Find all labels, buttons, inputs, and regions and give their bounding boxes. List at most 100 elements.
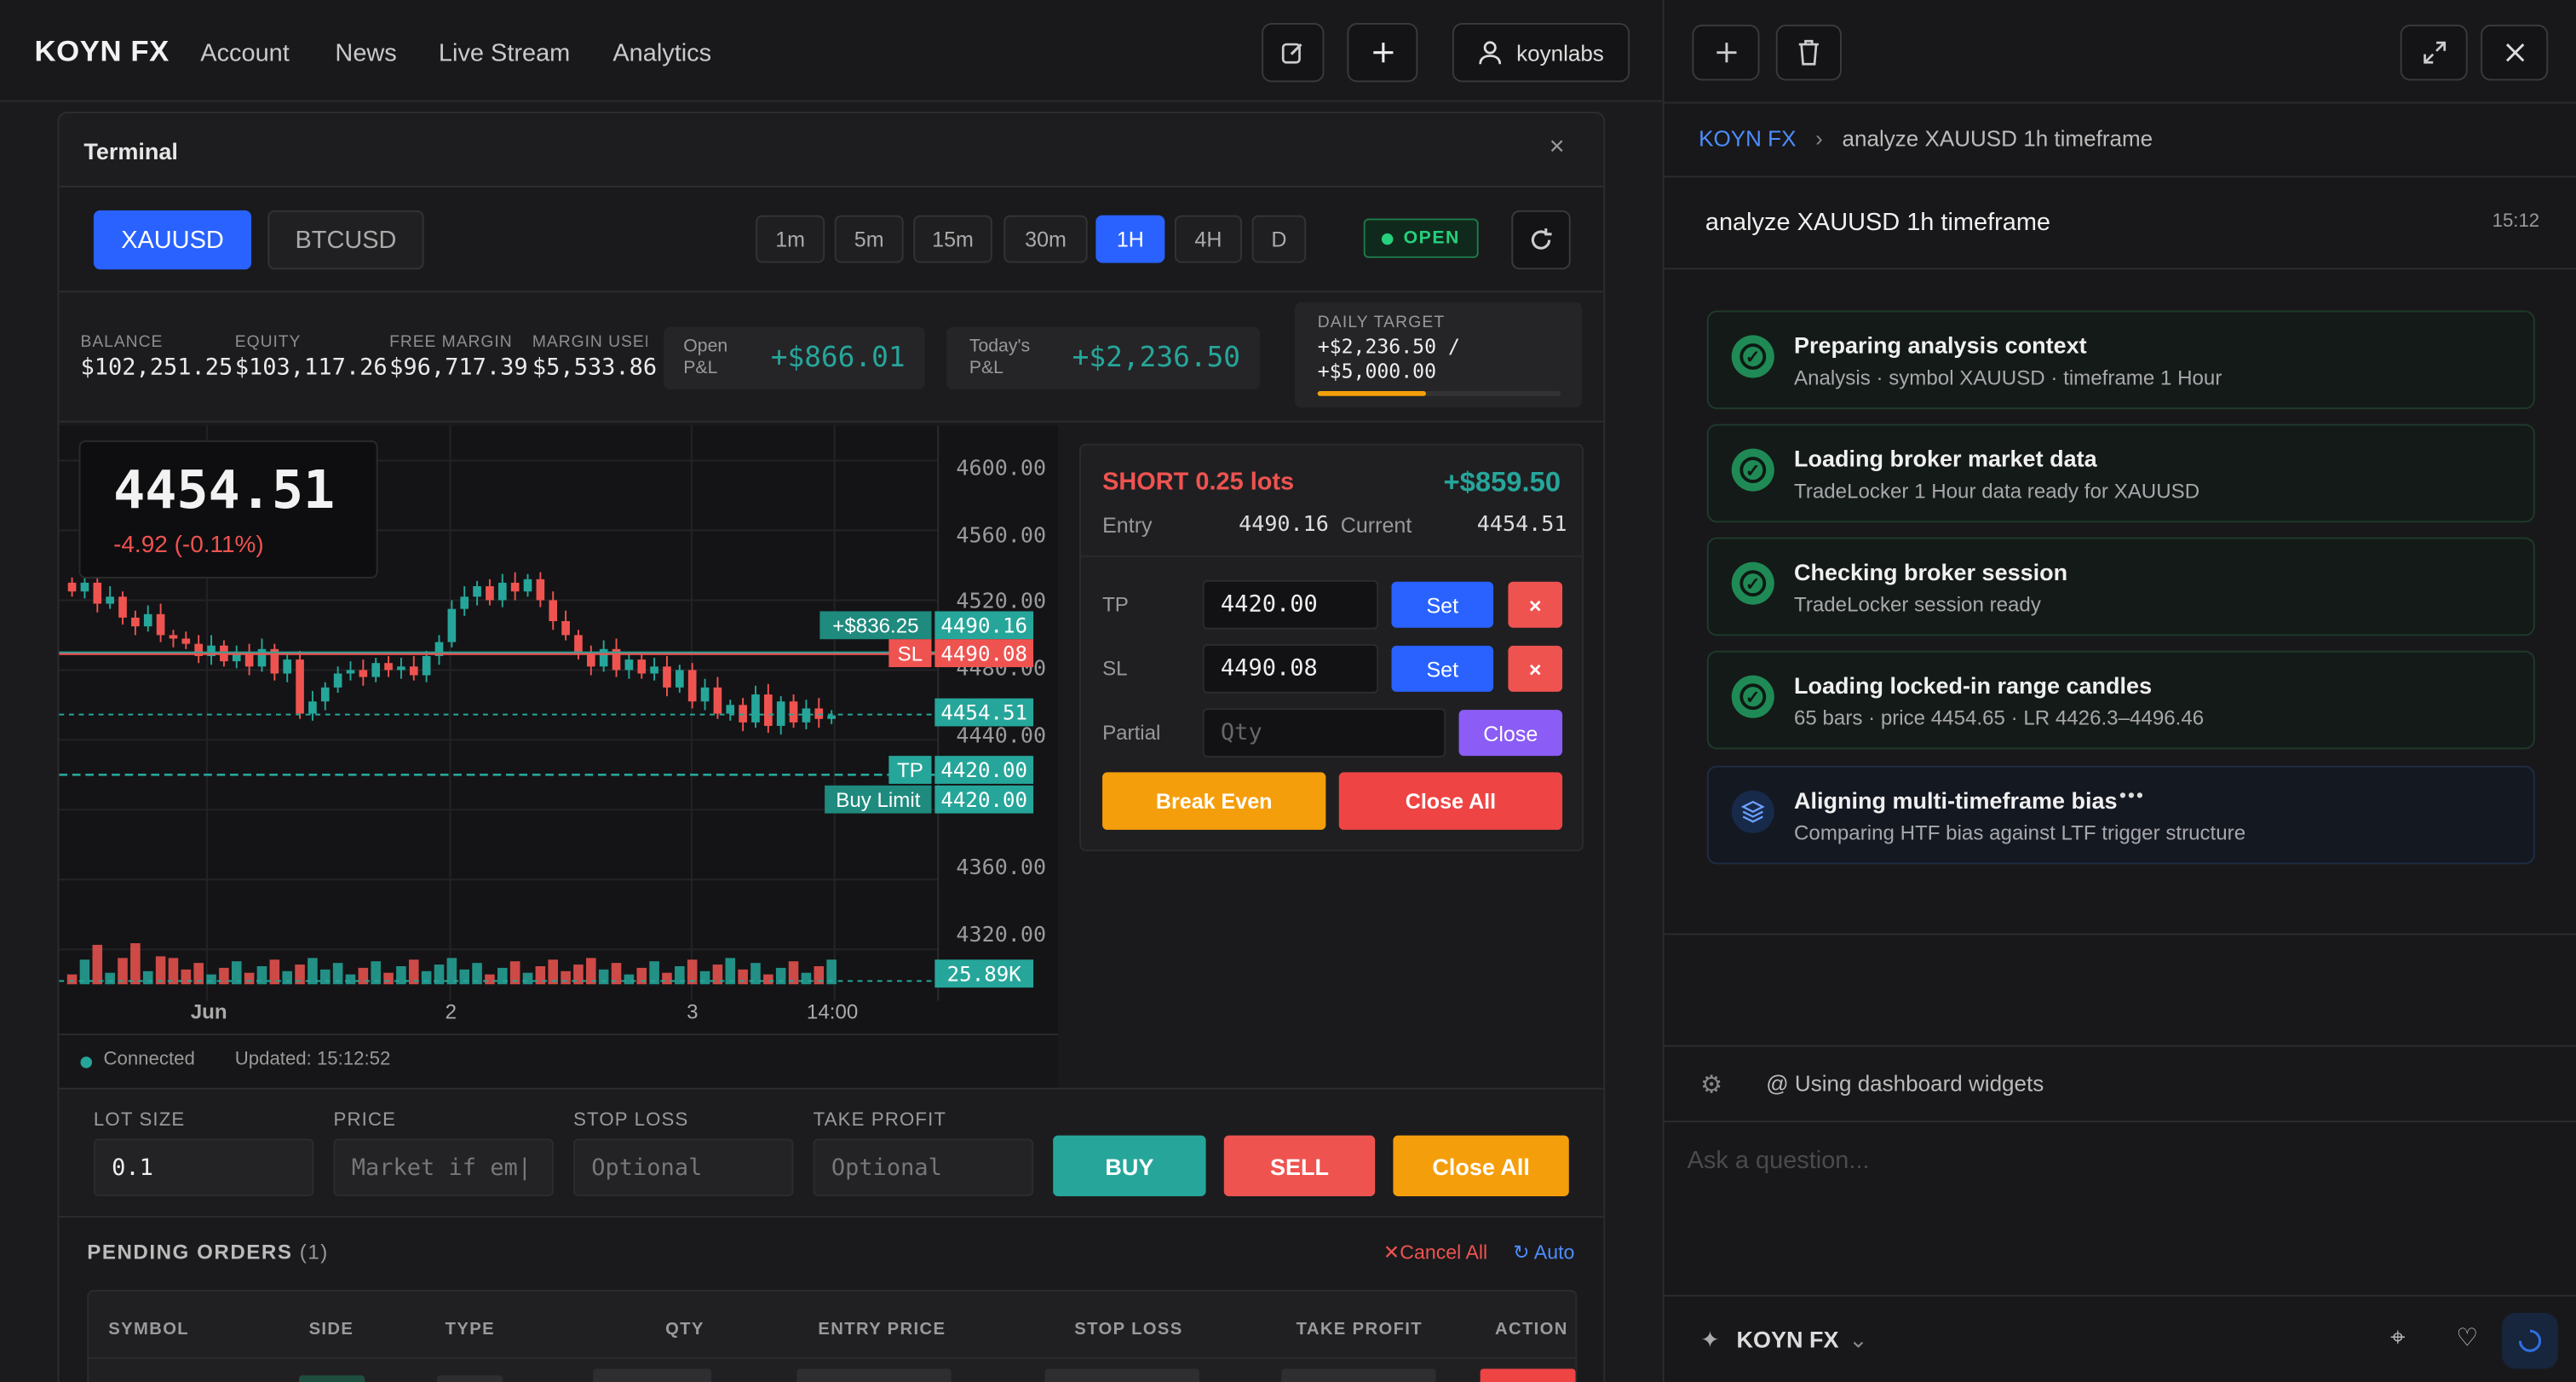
nav-account[interactable]: Account bbox=[200, 39, 290, 67]
cancel-order-button[interactable] bbox=[1480, 1368, 1576, 1382]
ask-input[interactable]: Ask a question... bbox=[1688, 1147, 1870, 1175]
today-pl-label-2: P&L bbox=[969, 358, 1003, 378]
sl-input[interactable]: 4490.08 bbox=[1202, 643, 1379, 694]
partial-close-button[interactable]: Close bbox=[1458, 710, 1563, 757]
candle-body bbox=[397, 666, 405, 671]
col-type: TYPE bbox=[445, 1319, 495, 1339]
step-title: Loading broker market data bbox=[1793, 445, 2097, 472]
set-tp-button[interactable]: Set bbox=[1391, 581, 1494, 628]
connected-dot bbox=[80, 1057, 92, 1068]
query-time: 15:12 bbox=[2492, 211, 2540, 232]
symbol-btcusd[interactable]: BTCUSD bbox=[267, 210, 424, 270]
close-all-button[interactable]: Close All bbox=[1393, 1135, 1569, 1196]
tf-d[interactable]: D bbox=[1251, 215, 1307, 263]
auto-toggle[interactable]: ↻ Auto bbox=[1513, 1241, 1574, 1264]
break-even-button[interactable]: Break Even bbox=[1102, 772, 1326, 830]
new-chat-button[interactable] bbox=[1692, 24, 1760, 81]
close-all-position-button[interactable]: Close All bbox=[1338, 772, 1563, 830]
step-subtitle: TradeLocker session ready bbox=[1793, 593, 2041, 617]
equity-label: EQUITY bbox=[234, 333, 302, 352]
equity-value: $103,117.26 bbox=[234, 354, 388, 382]
terminal-title: Terminal bbox=[83, 137, 178, 164]
buy-limit-tag[interactable]: Buy Limit bbox=[825, 785, 932, 814]
analysis-step: ✓ Loading broker market data TradeLocker… bbox=[1706, 423, 2535, 523]
price-input[interactable]: Market if em| bbox=[333, 1138, 554, 1196]
lot-size-label: LOT SIZE bbox=[93, 1110, 186, 1131]
nav-live-stream[interactable]: Live Stream bbox=[439, 39, 570, 67]
lot-size-input[interactable]: 0.1 bbox=[93, 1138, 314, 1196]
position-panel: SHORT 0.25 lots +$859.50 Entry 4490.16 C… bbox=[1079, 443, 1584, 851]
take-profit-input[interactable]: Optional bbox=[813, 1138, 1034, 1196]
volume-bar bbox=[155, 956, 166, 985]
delete-button[interactable] bbox=[1775, 24, 1842, 81]
close-terminal-icon[interactable]: × bbox=[1550, 133, 1565, 163]
x-label: 2 bbox=[445, 1000, 457, 1024]
nav-analytics[interactable]: Analytics bbox=[612, 39, 711, 67]
divider bbox=[1664, 101, 2576, 104]
candle-body bbox=[764, 694, 773, 726]
expand-button[interactable] bbox=[2400, 24, 2468, 81]
candle-body bbox=[676, 670, 684, 688]
stop-loss-input[interactable]: Optional bbox=[573, 1138, 794, 1196]
target-icon[interactable]: ⌖ bbox=[2390, 1324, 2405, 1354]
breadcrumb-root[interactable]: KOYN FX bbox=[1699, 126, 1796, 151]
candle-body bbox=[447, 608, 457, 642]
symbol-xauusd[interactable]: XAUUSD bbox=[93, 210, 252, 270]
lightbulb-icon[interactable]: ♡ bbox=[2456, 1322, 2478, 1352]
add-button[interactable] bbox=[1347, 22, 1418, 83]
nav-news[interactable]: News bbox=[335, 39, 396, 67]
remove-sl-button[interactable]: × bbox=[1508, 645, 1563, 692]
user-menu-button[interactable]: koynlabs bbox=[1452, 22, 1630, 83]
set-sl-button[interactable]: Set bbox=[1391, 645, 1494, 692]
account-stats: BALANCE $102,251.25 EQUITY $103,117.26 F… bbox=[59, 291, 1604, 423]
send-button[interactable] bbox=[2502, 1312, 2558, 1369]
volume-bar bbox=[206, 974, 216, 985]
remove-tp-button[interactable]: × bbox=[1508, 581, 1563, 628]
check-circle-icon: ✓ bbox=[1731, 561, 1774, 605]
candle-body bbox=[409, 666, 418, 676]
sell-button[interactable]: SELL bbox=[1223, 1135, 1376, 1196]
daily-target-line-1: +$2,236.50 / bbox=[1317, 335, 1460, 359]
sl-tag[interactable]: SL bbox=[888, 639, 932, 667]
tf-4h[interactable]: 4H bbox=[1174, 215, 1242, 263]
balance-value: $102,251.25 bbox=[80, 354, 233, 382]
buy-button[interactable]: BUY bbox=[1053, 1135, 1206, 1196]
step-title: Checking broker session bbox=[1793, 558, 2068, 585]
col-qty: QTY bbox=[665, 1319, 704, 1339]
cancel-all-link[interactable]: ✕Cancel All bbox=[1383, 1241, 1487, 1264]
candle-body bbox=[650, 666, 658, 674]
table-row bbox=[796, 1368, 952, 1382]
step-subtitle: 65 bars · price 4454.65 · LR 4426.3–4496… bbox=[1793, 706, 2205, 730]
tp-input[interactable]: 4420.00 bbox=[1202, 579, 1379, 630]
plus-icon bbox=[1372, 43, 1393, 63]
pending-title: PENDING ORDERS (1) bbox=[87, 1241, 329, 1264]
tp-tag[interactable]: TP bbox=[888, 756, 932, 784]
tf-1m[interactable]: 1m bbox=[756, 215, 825, 263]
model-selector[interactable]: KOYN FX ⌄ bbox=[1736, 1326, 1867, 1354]
pending-orders: PENDING ORDERS (1) ✕Cancel All ↻ Auto SY… bbox=[59, 1216, 1604, 1382]
tf-5m[interactable]: 5m bbox=[834, 215, 904, 263]
daily-target-label: DAILY TARGET bbox=[1317, 314, 1446, 332]
refresh-button[interactable] bbox=[1511, 210, 1571, 270]
close-panel-button[interactable] bbox=[2481, 24, 2549, 81]
candle-body bbox=[384, 663, 393, 671]
candle-body bbox=[497, 582, 507, 601]
tf-1h[interactable]: 1H bbox=[1095, 215, 1165, 263]
settings-icon[interactable]: ⚙ bbox=[1700, 1069, 1722, 1099]
price-chart[interactable]: 4454.51 -4.92 (-0.11%) 4600.00 4560.00 4… bbox=[59, 425, 1058, 1088]
tf-15m[interactable]: 15m bbox=[913, 215, 992, 263]
volume-bar bbox=[763, 974, 773, 985]
margin-used-value: $5,533.86 bbox=[532, 354, 658, 382]
edit-button[interactable] bbox=[1262, 22, 1325, 83]
chart-footer: Connected Updated: 15:12:52 bbox=[59, 1034, 1058, 1088]
candle-body bbox=[549, 600, 558, 621]
app-logo[interactable]: KOYN FX bbox=[34, 34, 169, 68]
layers-icon bbox=[1731, 790, 1774, 833]
candle-body bbox=[93, 582, 102, 604]
candle-body bbox=[663, 666, 671, 688]
tf-30m[interactable]: 30m bbox=[1003, 215, 1088, 263]
partial-qty-input[interactable]: Qty bbox=[1202, 708, 1446, 758]
check-circle-icon: ✓ bbox=[1731, 675, 1774, 718]
step-title: Aligning multi-timeframe bias bbox=[1793, 786, 2118, 814]
free-margin-value: $96,717.39 bbox=[389, 354, 528, 382]
